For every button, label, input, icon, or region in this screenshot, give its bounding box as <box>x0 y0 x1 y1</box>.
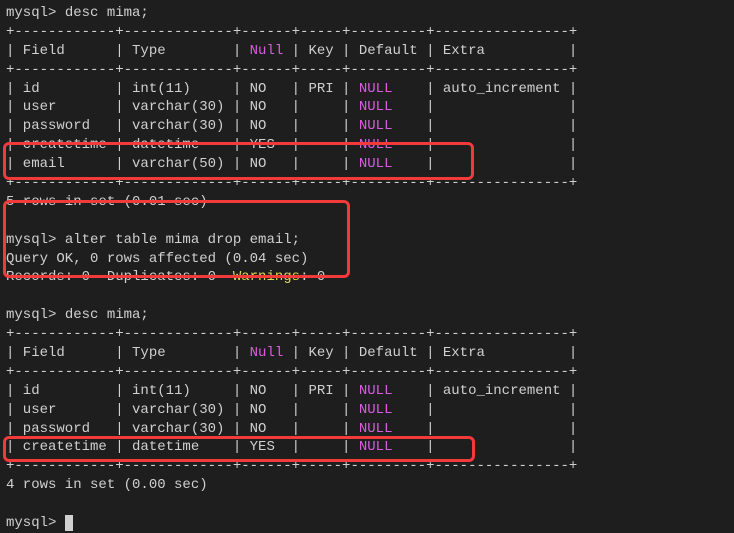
result-line: Records: 0 Duplicates: 0 Warnings: 0 <box>6 268 728 287</box>
null-value: NULL <box>359 421 393 437</box>
table-sep: +------------+-------------+------+-----… <box>6 325 728 344</box>
row-right: | | <box>392 402 577 418</box>
records-dup: Records: 0 Duplicates: 0 <box>6 269 233 285</box>
terminal[interactable]: mysql> desc mima; +------------+--------… <box>6 4 728 533</box>
table-header: | Field | Type | Null | Key | Default | … <box>6 344 728 363</box>
row-right: | | <box>392 421 577 437</box>
null-value: NULL <box>359 137 393 153</box>
row-right: | | <box>392 156 577 172</box>
table-row: | user | varchar(30) | NO | | NULL | | <box>6 98 728 117</box>
warnings-label: Warnings <box>233 269 300 285</box>
null-value: NULL <box>359 118 393 134</box>
row-right: | | <box>392 99 577 115</box>
null-value: NULL <box>359 439 393 455</box>
table-row: | createtime | datetime | YES | | NULL |… <box>6 438 728 457</box>
prompt-line: mysql> desc mima; <box>6 306 728 325</box>
row-left: | createtime | datetime | YES | | <box>6 439 359 455</box>
table-row: | user | varchar(30) | NO | | NULL | | <box>6 401 728 420</box>
row-left: | password | varchar(30) | NO | | <box>6 118 359 134</box>
blank <box>6 212 728 231</box>
prompt-line[interactable]: mysql> <box>6 514 728 533</box>
table-row: | id | int(11) | NO | PRI | NULL | auto_… <box>6 382 728 401</box>
table-row: | password | varchar(30) | NO | | NULL |… <box>6 420 728 439</box>
null-value: NULL <box>359 156 393 172</box>
row-right: | | <box>392 118 577 134</box>
null-value: NULL <box>359 402 393 418</box>
mysql-prompt: mysql> <box>6 515 65 531</box>
null-value: NULL <box>359 383 393 399</box>
blank <box>6 495 728 514</box>
row-left: | email | varchar(50) | NO | | <box>6 156 359 172</box>
null-value: NULL <box>359 81 393 97</box>
table-sep: +------------+-------------+------+-----… <box>6 61 728 80</box>
prompt-line: mysql> desc mima; <box>6 4 728 23</box>
result-line: Query OK, 0 rows affected (0.04 sec) <box>6 250 728 269</box>
row-left: | id | int(11) | NO | PRI | <box>6 81 359 97</box>
row-right: | | <box>392 439 577 455</box>
null-value: NULL <box>359 99 393 115</box>
table-sep: +------------+-------------+------+-----… <box>6 457 728 476</box>
hdr-left: | Field | Type | <box>6 345 250 361</box>
row-count: 4 rows in set (0.00 sec) <box>6 476 728 495</box>
command-desc-2: desc mima; <box>65 307 149 323</box>
blank <box>6 287 728 306</box>
table-header: | Field | Type | Null | Key | Default | … <box>6 42 728 61</box>
command-desc-1: desc mima; <box>65 5 149 21</box>
hdr-left: | Field | Type | <box>6 43 250 59</box>
row-right: | | <box>392 137 577 153</box>
cursor <box>65 515 73 531</box>
row-left: | user | varchar(30) | NO | | <box>6 402 359 418</box>
command-alter: alter table mima drop email; <box>65 232 300 248</box>
hdr-right: | Key | Default | Extra | <box>283 345 577 361</box>
table-row: | id | int(11) | NO | PRI | NULL | auto_… <box>6 80 728 99</box>
row-count: 5 rows in set (0.01 sec) <box>6 193 728 212</box>
row-right: | auto_increment | <box>392 81 577 97</box>
table-row: | createtime | datetime | YES | | NULL |… <box>6 136 728 155</box>
row-left: | password | varchar(30) | NO | | <box>6 421 359 437</box>
prompt-line: mysql> alter table mima drop email; <box>6 231 728 250</box>
hdr-null: Null <box>250 43 284 59</box>
row-left: | id | int(11) | NO | PRI | <box>6 383 359 399</box>
table-sep: +------------+-------------+------+-----… <box>6 23 728 42</box>
table-row: | email | varchar(50) | NO | | NULL | | <box>6 155 728 174</box>
row-right: | auto_increment | <box>392 383 577 399</box>
hdr-null: Null <box>250 345 284 361</box>
mysql-prompt: mysql> <box>6 232 65 248</box>
table-sep: +------------+-------------+------+-----… <box>6 174 728 193</box>
hdr-right: | Key | Default | Extra | <box>283 43 577 59</box>
table-sep: +------------+-------------+------+-----… <box>6 363 728 382</box>
warnings-count: : 0 <box>300 269 325 285</box>
table-row: | password | varchar(30) | NO | | NULL |… <box>6 117 728 136</box>
row-left: | createtime | datetime | YES | | <box>6 137 359 153</box>
row-left: | user | varchar(30) | NO | | <box>6 99 359 115</box>
mysql-prompt: mysql> <box>6 5 65 21</box>
mysql-prompt: mysql> <box>6 307 65 323</box>
